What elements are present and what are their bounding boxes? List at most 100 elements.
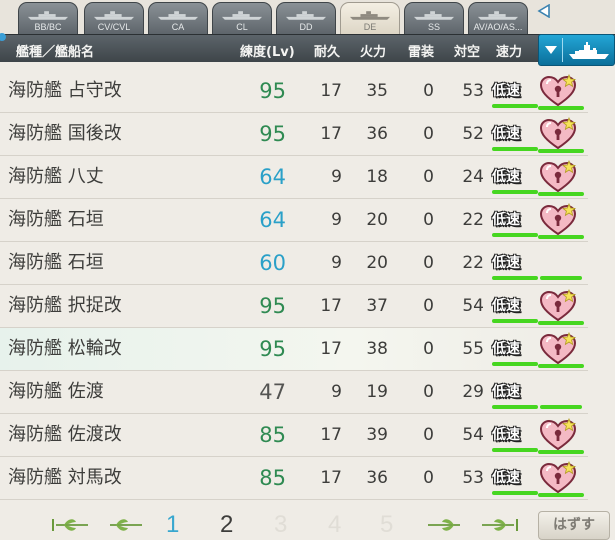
tab-label: AV/AO/AS... — [473, 22, 523, 32]
ship-torpedo: 0 — [423, 167, 434, 187]
tab-label: SS — [427, 22, 440, 32]
table-row[interactable]: 海防艦 八丈 64 9 18 0 24 低速 — [0, 156, 588, 199]
tab-ss[interactable]: SS — [404, 2, 464, 34]
ship-hp: 17 — [320, 81, 342, 101]
table-row[interactable]: 海防艦 佐渡改 85 17 39 0 54 低速 — [0, 414, 588, 457]
condition-bar-2 — [538, 235, 584, 239]
ship-level: 60 — [259, 251, 286, 275]
ship-firepower: 36 — [366, 124, 388, 144]
pink-lock-heart-icon[interactable] — [538, 116, 578, 151]
condition-bar — [492, 190, 538, 194]
speed-badge: 低速 — [492, 83, 520, 99]
ship-class-icon — [413, 10, 455, 21]
table-row[interactable]: 海防艦 石垣 64 9 20 0 22 低速 — [0, 199, 588, 242]
tab-dd[interactable]: DD — [276, 2, 336, 34]
ship-hp: 17 — [320, 425, 342, 445]
ship-firepower: 38 — [366, 339, 388, 359]
ship-hp: 9 — [331, 253, 342, 273]
ship-antiair: 22 — [462, 253, 484, 273]
pink-lock-heart-icon[interactable] — [538, 159, 578, 194]
sort-order-button[interactable] — [538, 34, 615, 66]
table-row[interactable]: 海防艦 択捉改 95 17 37 0 54 低速 — [0, 285, 588, 328]
pink-lock-heart-icon[interactable] — [538, 202, 578, 237]
table-row[interactable]: 海防艦 対馬改 85 17 36 0 53 低速 — [0, 457, 588, 500]
ship-class-icon — [349, 10, 391, 21]
speed-badge: 低速 — [492, 384, 520, 400]
speed-badge: 低速 — [492, 255, 520, 271]
collapse-arrow-icon[interactable] — [537, 3, 551, 19]
pink-lock-heart-icon[interactable] — [538, 417, 578, 452]
page-3: 3 — [274, 511, 288, 538]
tab-cv-cvl[interactable]: CV/CVL — [84, 2, 144, 34]
pink-lock-heart-icon[interactable] — [538, 460, 578, 495]
tab-bb-bc[interactable]: BB/BC — [18, 2, 78, 34]
ship-torpedo: 0 — [423, 253, 434, 273]
table-row[interactable]: 海防艦 占守改 95 17 35 0 53 低速 — [0, 70, 588, 113]
tab-label: BB/BC — [34, 22, 62, 32]
table-row[interactable]: 海防艦 佐渡 47 9 19 0 29 低速 — [0, 371, 588, 414]
table-row[interactable]: 海防艦 石垣 60 9 20 0 22 低速 — [0, 242, 588, 285]
condition-bar — [492, 233, 538, 237]
tab-label: CA — [171, 22, 185, 32]
condition-bar — [492, 104, 538, 108]
pink-lock-heart-icon[interactable] — [538, 331, 578, 366]
last-page-icon[interactable] — [480, 516, 520, 534]
table-row[interactable]: 海防艦 松輪改 95 17 38 0 55 低速 — [0, 328, 588, 371]
header-torpedo[interactable]: 雷装 — [408, 41, 434, 60]
ship-level: 64 — [259, 208, 286, 232]
ship-firepower: 20 — [366, 210, 388, 230]
ship-class-icon — [93, 10, 135, 21]
prev-page-icon[interactable] — [106, 516, 146, 534]
condition-bar-2 — [538, 364, 584, 368]
ship-torpedo: 0 — [423, 296, 434, 316]
ship-torpedo: 0 — [423, 468, 434, 488]
condition-bar — [492, 448, 538, 452]
condition-bar — [492, 147, 538, 151]
page-2[interactable]: 2 — [220, 510, 233, 540]
tab-label: DD — [299, 22, 313, 32]
condition-bar-2 — [540, 405, 582, 409]
ship-firepower: 35 — [366, 81, 388, 101]
condition-bar — [492, 276, 538, 280]
unset-button[interactable]: はずす — [538, 511, 610, 540]
ship-antiair: 29 — [462, 382, 484, 402]
ship-name: 海防艦 石垣 — [8, 209, 104, 230]
speed-badge: 低速 — [492, 298, 520, 314]
table-row[interactable]: 海防艦 国後改 95 17 36 0 52 低速 — [0, 113, 588, 156]
condition-bar-2 — [538, 149, 584, 153]
ship-level: 85 — [259, 466, 286, 490]
ship-hp: 17 — [320, 296, 342, 316]
ship-name: 海防艦 占守改 — [8, 80, 122, 101]
tab-de[interactable]: DE — [340, 2, 400, 34]
next-page-icon[interactable] — [424, 516, 464, 534]
speed-badge: 低速 — [492, 212, 520, 228]
pink-lock-heart-icon[interactable] — [538, 73, 578, 108]
tab-av-ao-as[interactable]: AV/AO/AS... — [468, 2, 528, 34]
ship-hp: 17 — [320, 468, 342, 488]
ship-level: 95 — [259, 337, 286, 361]
ship-firepower: 36 — [366, 468, 388, 488]
condition-bar-2 — [538, 450, 584, 454]
ship-firepower: 39 — [366, 425, 388, 445]
condition-bar — [492, 319, 538, 323]
first-page-icon[interactable] — [50, 516, 90, 534]
header-speed[interactable]: 速力 — [496, 41, 522, 60]
ship-torpedo: 0 — [423, 124, 434, 144]
ship-name: 海防艦 択捉改 — [8, 295, 122, 316]
page-1[interactable]: 1 — [166, 510, 179, 540]
ship-torpedo: 0 — [423, 425, 434, 445]
pink-lock-heart-icon[interactable] — [538, 288, 578, 323]
ship-hp: 9 — [331, 167, 342, 187]
tab-label: CL — [236, 22, 248, 32]
header-level[interactable]: 練度(Lv) — [240, 41, 295, 60]
header-hp[interactable]: 耐久 — [314, 41, 340, 60]
sort-dropdown-icon — [545, 46, 557, 54]
tab-cl[interactable]: CL — [212, 2, 272, 34]
header-antiair[interactable]: 対空 — [454, 41, 480, 60]
list-header: 艦種／艦船名 練度(Lv) 耐久 火力 雷装 対空 速力 — [0, 33, 615, 62]
tab-ca[interactable]: CA — [148, 2, 208, 34]
ship-level: 64 — [259, 165, 286, 189]
ship-name: 海防艦 松輪改 — [8, 338, 122, 359]
header-firepower[interactable]: 火力 — [360, 41, 386, 60]
speed-badge: 低速 — [492, 126, 520, 142]
